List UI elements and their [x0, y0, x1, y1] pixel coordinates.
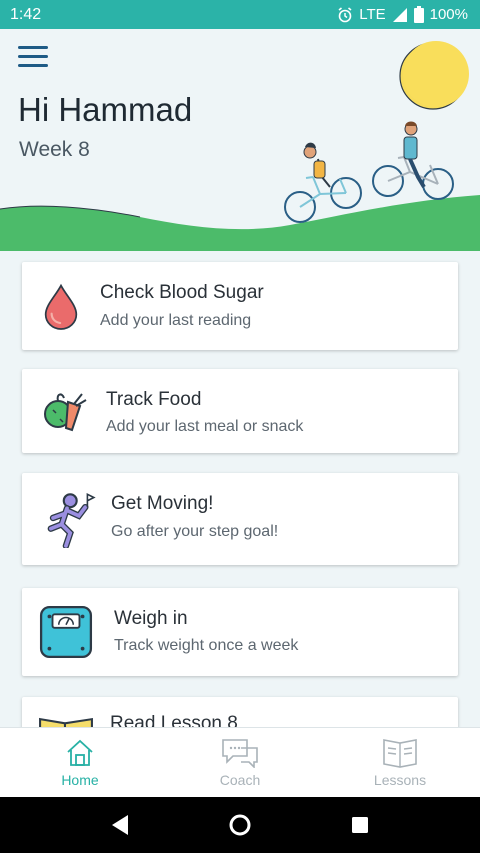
card-subtitle: Add your last meal or snack — [106, 418, 304, 435]
bottom-navigation: Home Coach Lessons — [0, 727, 480, 797]
status-bar: 1:42 LTE 100% — [0, 0, 480, 29]
card-subtitle: Add your last reading — [100, 312, 252, 329]
status-icons: LTE 100% — [337, 6, 468, 23]
cyclist-woman — [284, 142, 362, 223]
blood-drop-icon — [44, 283, 78, 330]
week-label: Week 8 — [19, 138, 90, 161]
status-time: 1:42 — [10, 5, 42, 23]
home-header: Hi Hammad Week 8 — [0, 29, 480, 251]
system-navigation-bar — [0, 797, 480, 853]
recents-button[interactable] — [345, 810, 375, 840]
card-title: Read Lesson 8 — [110, 713, 238, 727]
card-title: Weigh in — [114, 608, 188, 629]
network-label: LTE — [359, 6, 386, 23]
home-system-button[interactable] — [225, 810, 255, 840]
tab-label: Coach — [219, 771, 261, 788]
green-hill — [0, 195, 480, 251]
card-subtitle: Go after your step goal! — [111, 523, 279, 540]
action-card-list[interactable]: Check Blood Sugar Add your last reading … — [0, 251, 480, 727]
card-title: Check Blood Sugar — [100, 282, 264, 303]
book-icon — [39, 717, 93, 727]
tab-label: Lessons — [373, 771, 427, 788]
food-icon — [44, 393, 87, 432]
tab-lessons[interactable]: Lessons — [320, 728, 480, 797]
card-title: Track Food — [106, 389, 202, 410]
scale-icon — [39, 605, 93, 659]
tab-label: Home — [61, 771, 99, 788]
chat-icon — [222, 738, 258, 768]
greeting-title: Hi Hammad — [18, 91, 193, 128]
recents-square-icon — [352, 817, 368, 833]
tab-home[interactable]: Home — [0, 728, 160, 797]
alarm-icon — [338, 6, 352, 22]
card-check-blood-sugar[interactable]: Check Blood Sugar Add your last reading — [22, 262, 458, 350]
running-person-icon — [47, 492, 96, 548]
card-subtitle: Track weight once a week — [114, 637, 299, 654]
card-title: Get Moving! — [111, 493, 214, 514]
battery-icon — [413, 6, 424, 23]
tab-coach[interactable]: Coach — [160, 728, 320, 797]
hamburger-menu-button[interactable] — [18, 46, 48, 70]
card-read-lesson[interactable]: Read Lesson 8 — [22, 697, 458, 727]
cyclist-man — [372, 121, 454, 200]
home-icon — [67, 739, 93, 766]
battery-level: 100% — [429, 6, 468, 23]
back-button[interactable] — [105, 810, 135, 840]
card-get-moving[interactable]: Get Moving! Go after your step goal! — [22, 473, 458, 565]
card-weigh-in[interactable]: Weigh in Track weight once a week — [22, 588, 458, 676]
back-triangle-icon — [112, 815, 128, 835]
lessons-icon — [383, 738, 417, 768]
card-track-food[interactable]: Track Food Add your last meal or snack — [22, 369, 458, 453]
signal-icon — [392, 7, 407, 22]
home-circle-icon — [229, 814, 251, 836]
